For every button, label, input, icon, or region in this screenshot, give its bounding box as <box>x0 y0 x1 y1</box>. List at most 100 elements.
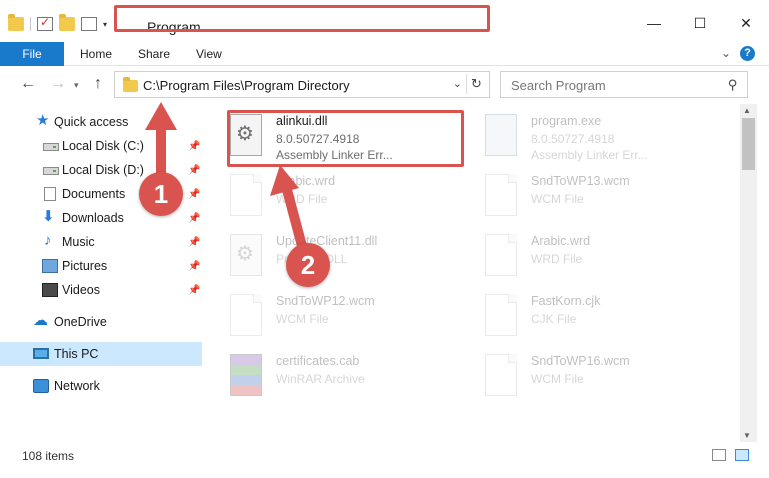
address-path: C:\Program Files\Program Directory <box>143 78 350 93</box>
pictures-icon <box>42 259 58 273</box>
network-icon <box>33 379 49 393</box>
sidebar-item-music[interactable]: ♪ Music 📌 <box>0 230 202 254</box>
sidebar-item-label: Local Disk (C:) <box>62 139 144 153</box>
file-item[interactable]: SndToWP16.wcm WCM File <box>465 348 705 404</box>
sidebar-item-this-pc[interactable]: This PC <box>0 342 202 366</box>
sidebar-item-label: Local Disk (D:) <box>62 163 144 177</box>
navigation-bar: ← → ▾ ↑ C:\Program Files\Program Directo… <box>0 66 769 104</box>
divider <box>30 17 31 31</box>
recent-locations-dropdown-icon[interactable]: ▾ <box>74 80 79 91</box>
address-bar-highlight <box>114 5 490 32</box>
folder-icon <box>123 77 138 92</box>
minimize-button[interactable]: — <box>631 8 677 38</box>
sidebar-item-label: This PC <box>54 347 99 361</box>
file-item[interactable]: Arabic.wrd WRD File <box>465 228 705 284</box>
scroll-up-icon[interactable]: ▲ <box>743 106 751 115</box>
search-box[interactable]: Search Program ⚲ <box>500 71 748 98</box>
navigation-pane: ★ Quick access Local Disk (C:) 📌 Local D… <box>0 104 210 442</box>
maximize-button[interactable]: ☐ <box>677 8 723 38</box>
sidebar-item-label: Videos <box>62 283 100 297</box>
videos-icon <box>42 283 58 297</box>
file-name: FastKorn.cjk <box>531 294 601 308</box>
sidebar-item-quick-access[interactable]: ★ Quick access <box>0 110 202 134</box>
sidebar-item-label: OneDrive <box>54 315 107 329</box>
search-placeholder: Search Program <box>511 78 606 93</box>
file-highlight-box <box>227 110 464 167</box>
quick-access-dropdown-icon[interactable]: ▾ <box>103 20 107 29</box>
download-icon: ⬇ <box>42 208 55 225</box>
ribbon-expand-icon[interactable]: ⌄ <box>721 46 731 60</box>
back-arrow-icon[interactable]: ← <box>20 75 36 93</box>
sidebar-item-label: Pictures <box>62 259 108 273</box>
document-icon <box>485 174 517 216</box>
tab-file[interactable]: File <box>0 42 64 66</box>
pin-icon[interactable]: 📌 <box>188 165 200 176</box>
disk-icon <box>43 167 59 175</box>
sidebar-item-pictures[interactable]: Pictures 📌 <box>0 254 202 278</box>
disk-icon <box>43 143 59 151</box>
address-bar[interactable]: C:\Program Files\Program Directory ⌄ ↻ <box>114 71 490 98</box>
cloud-icon: ☁ <box>33 312 48 329</box>
callout-badge-2: 2 <box>286 243 330 287</box>
star-icon: ★ <box>36 112 50 129</box>
tab-home[interactable]: Home <box>66 42 126 66</box>
pin-icon[interactable]: 📌 <box>188 141 200 152</box>
sidebar-item-onedrive[interactable]: ☁ OneDrive <box>0 310 202 334</box>
up-arrow-icon[interactable]: ↑ <box>94 75 102 93</box>
customize-icon[interactable] <box>81 17 97 31</box>
file-type: WRD File <box>531 252 583 266</box>
file-item[interactable]: certificates.cab WinRAR Archive <box>210 348 450 404</box>
details-view-icon[interactable] <box>712 449 726 461</box>
sidebar-item-network[interactable]: Network <box>0 374 202 398</box>
file-type: WCM File <box>531 372 584 386</box>
pin-icon[interactable]: 📌 <box>188 261 200 272</box>
pin-icon[interactable]: 📌 <box>188 285 200 296</box>
sidebar-item-local-disk-c[interactable]: Local Disk (C:) 📌 <box>0 134 202 158</box>
help-icon[interactable]: ? <box>740 46 755 61</box>
tiles-view-icon[interactable] <box>735 449 749 461</box>
file-description: Assembly Linker Err... <box>531 148 648 162</box>
document-icon <box>230 174 262 216</box>
sidebar-item-label: Documents <box>62 187 126 201</box>
new-folder-icon[interactable] <box>59 14 75 31</box>
file-item[interactable]: FastKorn.cjk CJK File <box>465 288 705 344</box>
file-name: program.exe <box>531 114 602 128</box>
file-name: SndToWP16.wcm <box>531 354 630 368</box>
sidebar-item-label: Quick access <box>54 115 129 129</box>
pin-icon[interactable]: 📌 <box>188 237 200 248</box>
scroll-thumb[interactable] <box>742 118 755 170</box>
forward-arrow-icon[interactable]: → <box>50 75 66 93</box>
file-type: WRD File <box>276 192 328 206</box>
tab-view[interactable]: View <box>182 42 236 66</box>
document-icon <box>44 187 56 201</box>
pin-icon[interactable]: 📌 <box>188 213 200 224</box>
file-item-program-exe[interactable]: program.exe 8.0.50727.4918 Assembly Link… <box>465 108 705 164</box>
file-type: WCM File <box>276 312 329 326</box>
archive-icon <box>230 354 262 396</box>
gear-icon: ⚙ <box>236 243 254 265</box>
refresh-icon[interactable]: ↻ <box>466 74 486 94</box>
pin-icon[interactable]: 📌 <box>188 189 200 200</box>
file-type: WCM File <box>531 192 584 206</box>
file-item[interactable]: Arabic.wrd WRD File <box>210 168 450 224</box>
search-icon[interactable]: ⚲ <box>728 77 738 93</box>
file-name: SndToWP12.wcm <box>276 294 375 308</box>
ribbon: File Home Share View ⌄ ? <box>0 42 769 66</box>
sidebar-item-videos[interactable]: Videos 📌 <box>0 278 202 302</box>
document-icon <box>485 354 517 396</box>
close-button[interactable]: ✕ <box>723 8 769 38</box>
exe-icon <box>485 114 517 156</box>
vertical-scrollbar[interactable]: ▲ ▼ <box>740 104 757 442</box>
file-item[interactable]: SndToWP13.wcm WCM File <box>465 168 705 224</box>
quick-access-toolbar: ▾ <box>8 14 107 31</box>
file-name: Arabic.wrd <box>276 174 336 188</box>
sidebar-item-label: Music <box>62 235 95 249</box>
address-dropdown-icon[interactable]: ⌄ <box>453 77 462 90</box>
file-item[interactable]: ⚙ UpdateClient11.dll Program DLL <box>210 228 450 284</box>
status-bar: 108 items <box>0 442 769 468</box>
tab-share[interactable]: Share <box>124 42 184 66</box>
document-icon <box>485 234 517 276</box>
scroll-down-icon[interactable]: ▼ <box>743 431 751 440</box>
file-item[interactable]: SndToWP12.wcm WCM File <box>210 288 450 344</box>
properties-check-icon[interactable] <box>37 15 53 31</box>
